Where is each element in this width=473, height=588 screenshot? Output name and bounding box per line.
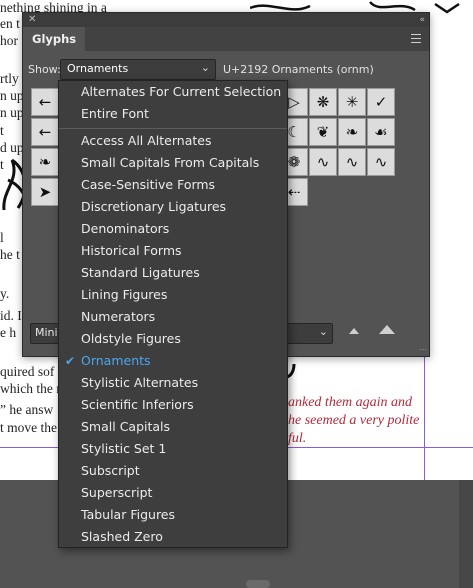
menu-item-superscript[interactable]: Superscript [59,482,287,504]
menu-item-alternates-for-current-selection[interactable]: Alternates For Current Selection [59,81,287,103]
glyph-cell[interactable]: ☙ [367,118,395,146]
glyph-cell[interactable]: ← [31,118,59,146]
show-label: Show: [28,63,61,76]
glyph-cell[interactable]: ∿ [367,148,395,176]
doc-red-line: ful. [288,431,307,446]
menu-item-tabular-figures[interactable]: Tabular Figures [59,504,287,526]
menu-item-case-sensitive-forms[interactable]: Case-Sensitive Forms [59,174,287,196]
chevron-down-icon: ⌄ [200,61,210,74]
menu-item-small-capitals-from-capitals[interactable]: Small Capitals From Capitals [59,152,287,174]
collapse-icon[interactable]: « [419,13,424,27]
glyph-cell[interactable]: ∿ [309,148,337,176]
doc-line: id. I [0,308,22,323]
menu-item-numerators[interactable]: Numerators [59,306,287,328]
menu-item-stylistic-alternates[interactable]: Stylistic Alternates [59,372,287,394]
doc-line: y. [0,286,10,301]
doc-line: rtly [0,71,19,86]
doc-line: hor [0,33,18,48]
large-mountain-icon[interactable] [379,325,395,334]
doc-line: n up [0,88,24,103]
menu-item-subscript[interactable]: Subscript [59,460,287,482]
tab-glyphs[interactable]: Glyphs [23,27,86,51]
show-dropdown[interactable]: Ornaments ⌄ [60,59,216,80]
glyph-cell[interactable]: ❧ [338,118,366,146]
menu-separator [59,128,287,129]
panel-tab-strip: Glyphs [23,27,429,51]
glyph-cell[interactable]: ➤ [31,178,59,206]
panel-menu-icon[interactable] [411,34,421,43]
doc-line: t [0,123,4,138]
doc-line: e h [0,325,17,340]
menu-item-scientific-inferiors[interactable]: Scientific Inferiors [59,394,287,416]
doc-red-line: anked them again and [288,395,413,410]
menu-item-access-all-alternates[interactable]: Access All Alternates [59,130,287,152]
close-icon[interactable]: ✕ [28,13,36,27]
glyph-unicode-info: U+2192 Ornaments (ornm) [223,63,374,76]
doc-red-line: he seemed a very polite [288,413,420,428]
glyph-cell[interactable]: ✓ [367,88,395,116]
checkmark-icon: ✔ [65,354,76,368]
menu-item-small-capitals[interactable]: Small Capitals [59,416,287,438]
menu-item-stylistic-set-1[interactable]: Stylistic Set 1 [59,438,287,460]
menu-item-standard-ligatures[interactable]: Standard Ligatures [59,262,287,284]
menu-item-entire-font[interactable]: Entire Font [59,103,287,125]
menu-item-slashed-zero[interactable]: Slashed Zero [59,526,287,548]
glyph-cell[interactable]: ❋ [309,88,337,116]
panel-title-bar[interactable]: ✕ « [23,13,429,27]
show-dropdown-value: Ornaments [67,62,129,75]
menu-item-historical-forms[interactable]: Historical Forms [59,240,287,262]
menu-item-lining-figures[interactable]: Lining Figures [59,284,287,306]
margin-guide-horizontal [0,447,58,448]
horizontal-scrollbar-thumb[interactable] [246,580,270,588]
margin-guide-vertical [424,355,425,480]
menu-item-oldstyle-figures[interactable]: Oldstyle Figures [59,328,287,350]
menu-item-ornaments[interactable]: ✔ Ornaments [59,350,287,372]
menu-item-denominators[interactable]: Denominators [59,218,287,240]
glyph-cell[interactable]: ❦ [309,118,337,146]
font-style-dropdown[interactable]: ⌄ [281,323,333,344]
doc-line: ” he answ [0,402,54,417]
glyph-cell[interactable]: ✳ [338,88,366,116]
doc-line: n up [0,105,24,120]
doc-line: which the r [0,381,61,396]
small-mountain-icon[interactable] [349,328,359,334]
doc-line: quired sof [0,364,55,379]
glyph-cell[interactable]: ❧ [31,148,59,176]
doc-line: t move the [0,420,57,435]
menu-item-discretionary-ligatures[interactable]: Discretionary Ligatures [59,196,287,218]
vertical-scrollbar[interactable] [459,480,473,588]
show-dropdown-menu: Alternates For Current Selection Entire … [58,80,288,548]
resize-grip-icon[interactable]: ⋯ [419,345,427,354]
glyph-cell[interactable]: ∿ [338,148,366,176]
doc-line: he t [0,247,20,262]
doc-line: l [0,230,4,245]
margin-guide-horizontal [286,447,473,448]
glyph-cell[interactable]: ← [31,88,59,116]
doc-line: en t [0,16,20,31]
chevron-down-icon: ⌄ [318,325,328,338]
